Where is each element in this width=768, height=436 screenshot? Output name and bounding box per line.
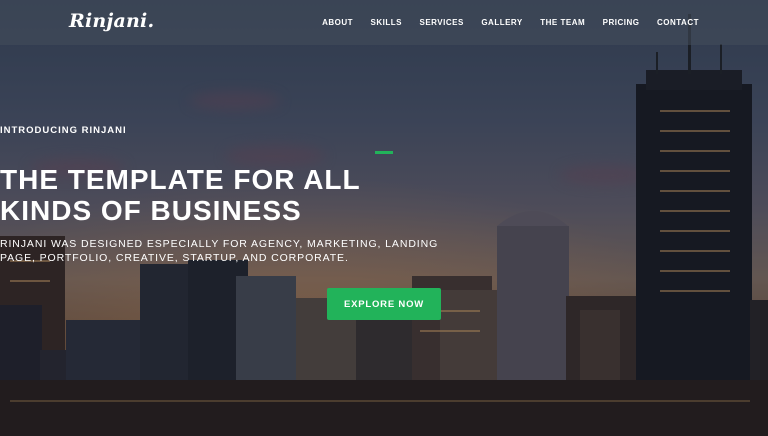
hero-subline: RINJANI WAS DESIGNED ESPECIALLY FOR AGEN… [0, 237, 768, 265]
nav-link-services[interactable]: SERVICES [420, 18, 464, 27]
nav-link-about[interactable]: ABOUT [322, 18, 353, 27]
hero-subline-line-2: PAGE, PORTFOLIO, CREATIVE, STARTUP, AND … [0, 252, 349, 264]
hero-headline-line-2: KINDS OF BUSINESS [0, 195, 302, 226]
hero-headline: THE TEMPLATE FOR ALL KINDS OF BUSINESS [0, 164, 768, 226]
hero-section: Rinjani. ABOUT SKILLS SERVICES GALLERY T… [0, 0, 768, 436]
accent-divider [375, 151, 393, 154]
hero-subline-line-1: RINJANI WAS DESIGNED ESPECIALLY FOR AGEN… [0, 238, 439, 250]
logo[interactable]: Rinjani. [69, 10, 154, 32]
nav-link-gallery[interactable]: GALLERY [481, 18, 522, 27]
nav-link-the-team[interactable]: THE TEAM [540, 18, 585, 27]
top-navbar: Rinjani. ABOUT SKILLS SERVICES GALLERY T… [0, 0, 768, 45]
explore-now-button[interactable]: EXPLORE NOW [327, 288, 441, 320]
hero-eyebrow: INTRODUCING RINJANI [0, 125, 127, 136]
nav-link-skills[interactable]: SKILLS [371, 18, 402, 27]
hero-headline-line-1: THE TEMPLATE FOR ALL [0, 164, 361, 195]
nav-link-contact[interactable]: CONTACT [657, 18, 699, 27]
nav-menu: ABOUT SKILLS SERVICES GALLERY THE TEAM P… [305, 0, 699, 45]
nav-link-pricing[interactable]: PRICING [603, 18, 640, 27]
